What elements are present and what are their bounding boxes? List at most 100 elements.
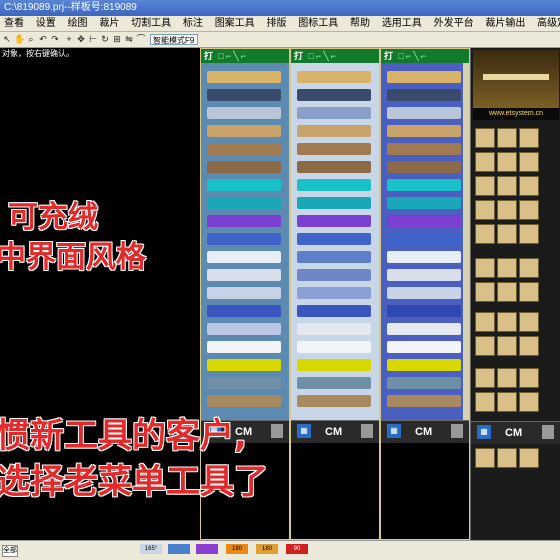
calculator-icon[interactable] — [451, 424, 463, 438]
tool-collar-icon[interactable] — [297, 341, 371, 353]
palette-tool-icon[interactable] — [497, 336, 517, 356]
rotate-icon[interactable]: ↻ — [100, 34, 110, 45]
tool-ruler-icon[interactable] — [387, 125, 461, 137]
tool-angle-icon[interactable] — [297, 107, 371, 119]
tool-grade-icon[interactable] — [207, 305, 281, 317]
tool-tape-measure-icon[interactable] — [207, 359, 281, 371]
tool-tape-icon[interactable] — [207, 197, 281, 209]
magnifier-icon[interactable]: ⌕ — [26, 34, 36, 45]
tool-collar-icon[interactable] — [207, 341, 281, 353]
palette-tool-icon[interactable] — [475, 152, 495, 172]
palette-tool-icon[interactable] — [519, 392, 539, 412]
tool-fill-icon[interactable] — [297, 179, 371, 191]
status-scope-label[interactable]: 全部 — [2, 545, 18, 557]
undo-icon[interactable]: ↶ — [38, 34, 48, 45]
move-icon[interactable]: ✥ — [76, 34, 86, 45]
tool-collar-icon[interactable] — [387, 341, 461, 353]
palette-tool-icon[interactable] — [497, 258, 517, 278]
tool-saw-icon[interactable] — [207, 377, 281, 389]
tool-ruler-icon[interactable] — [207, 125, 281, 137]
panel-scrollbar[interactable] — [463, 63, 469, 421]
tool-layer-icon[interactable] — [387, 269, 461, 281]
tool-shape-icon[interactable] — [387, 287, 461, 299]
zoom-in-icon[interactable]: + — [64, 34, 74, 45]
header-tools-icon[interactable]: □⌐╲⌐ — [309, 51, 338, 61]
menu-item-cut-tools[interactable]: 切割工具 — [131, 18, 171, 29]
tool-grade-icon[interactable] — [387, 305, 461, 317]
tool-angle-icon[interactable] — [387, 107, 461, 119]
menu-item-settings[interactable]: 设置 — [36, 18, 56, 29]
menu-item-advanced[interactable]: 高级定制 — [537, 18, 560, 29]
grid-icon[interactable]: ⊞ — [112, 34, 122, 45]
palette-tool-icon[interactable] — [519, 368, 539, 388]
menu-item-pattern-tools[interactable]: 图案工具 — [215, 18, 255, 29]
palette-tool-icon[interactable] — [497, 312, 517, 332]
tool-scissors-icon[interactable] — [297, 161, 371, 173]
tool-tape-measure-icon[interactable] — [387, 359, 461, 371]
palette-tool-icon[interactable] — [497, 224, 517, 244]
palette-tool-icon[interactable] — [497, 368, 517, 388]
menu-item-view[interactable]: 查看 — [4, 18, 24, 29]
palette-tool-icon[interactable] — [475, 392, 495, 412]
tool-shape-icon[interactable] — [207, 287, 281, 299]
menu-item-draw[interactable]: 绘图 — [68, 18, 88, 29]
menu-item-piece-output[interactable]: 裁片输出 — [485, 18, 525, 29]
redo-icon[interactable]: ↷ — [50, 34, 60, 45]
palette-tool-icon[interactable] — [475, 312, 495, 332]
mirror-icon[interactable]: ⇋ — [124, 34, 134, 45]
palette-tool-icon[interactable] — [497, 176, 517, 196]
header-tools-icon[interactable]: □⌐╲⌐ — [399, 51, 428, 61]
split-icon[interactable]: ⊢ — [88, 34, 98, 45]
tool-compass-icon[interactable] — [387, 89, 461, 101]
tool-seam-icon[interactable] — [297, 251, 371, 263]
tool-layer-icon[interactable] — [207, 269, 281, 281]
palette-tool-icon[interactable] — [519, 282, 539, 302]
tool-curve-icon[interactable] — [297, 143, 371, 155]
tool-dart-icon[interactable] — [207, 215, 281, 227]
palette-tool-icon[interactable] — [519, 258, 539, 278]
tool-tape-measure-icon[interactable] — [297, 359, 371, 371]
tool-tape-icon[interactable] — [297, 197, 371, 209]
tool-triangle-icon[interactable] — [387, 395, 461, 407]
tool-scissors-icon[interactable] — [387, 161, 461, 173]
palette-tool-icon[interactable] — [519, 312, 539, 332]
tool-tape-icon[interactable] — [387, 197, 461, 209]
palette-tool-icon[interactable] — [475, 448, 495, 468]
menu-item-pieces[interactable]: 裁片 — [99, 18, 119, 29]
calculator-icon[interactable] — [542, 425, 554, 439]
hand-icon[interactable]: ✋ — [14, 34, 25, 45]
calculator-icon[interactable] — [271, 424, 283, 438]
tool-triangle-icon[interactable] — [297, 395, 371, 407]
tool-compass-icon[interactable] — [207, 89, 281, 101]
tool-seam-icon[interactable] — [207, 251, 281, 263]
tool-shape-icon[interactable] — [297, 287, 371, 299]
tool-fold-icon[interactable] — [297, 233, 371, 245]
tool-text-icon[interactable] — [207, 323, 281, 335]
measure-icon[interactable]: ⌒ — [136, 34, 146, 45]
menu-item-outsource[interactable]: 外发平台 — [434, 18, 474, 29]
palette-tool-icon[interactable] — [475, 282, 495, 302]
menu-item-help[interactable]: 帮助 — [350, 18, 370, 29]
unit-label[interactable]: CM — [415, 424, 432, 440]
palette-tool-icon[interactable] — [519, 128, 539, 148]
palette-tool-icon[interactable] — [475, 258, 495, 278]
palette-tool-icon[interactable] — [519, 336, 539, 356]
palette-tool-icon[interactable] — [475, 200, 495, 220]
palette-tool-icon[interactable] — [497, 448, 517, 468]
tool-dart-icon[interactable] — [297, 215, 371, 227]
palette-tool-icon[interactable] — [475, 128, 495, 148]
tool-grade-icon[interactable] — [297, 305, 371, 317]
palette-tool-icon[interactable] — [475, 336, 495, 356]
unit-switch-icon[interactable]: ▦ — [477, 425, 491, 439]
tool-curve-icon[interactable] — [387, 143, 461, 155]
tool-fold-icon[interactable] — [387, 233, 461, 245]
tool-ruler-icon[interactable] — [297, 125, 371, 137]
unit-switch-icon[interactable]: ▦ — [297, 424, 311, 438]
menu-item-icon-tools[interactable]: 图标工具 — [298, 18, 338, 29]
tool-seam-icon[interactable] — [387, 251, 461, 263]
tool-text-icon[interactable] — [387, 323, 461, 335]
tool-pencil-icon[interactable] — [387, 71, 461, 83]
tool-scissors-icon[interactable] — [207, 161, 281, 173]
palette-tool-icon[interactable] — [497, 128, 517, 148]
mode-select[interactable]: 智能模式F9 — [150, 34, 198, 45]
